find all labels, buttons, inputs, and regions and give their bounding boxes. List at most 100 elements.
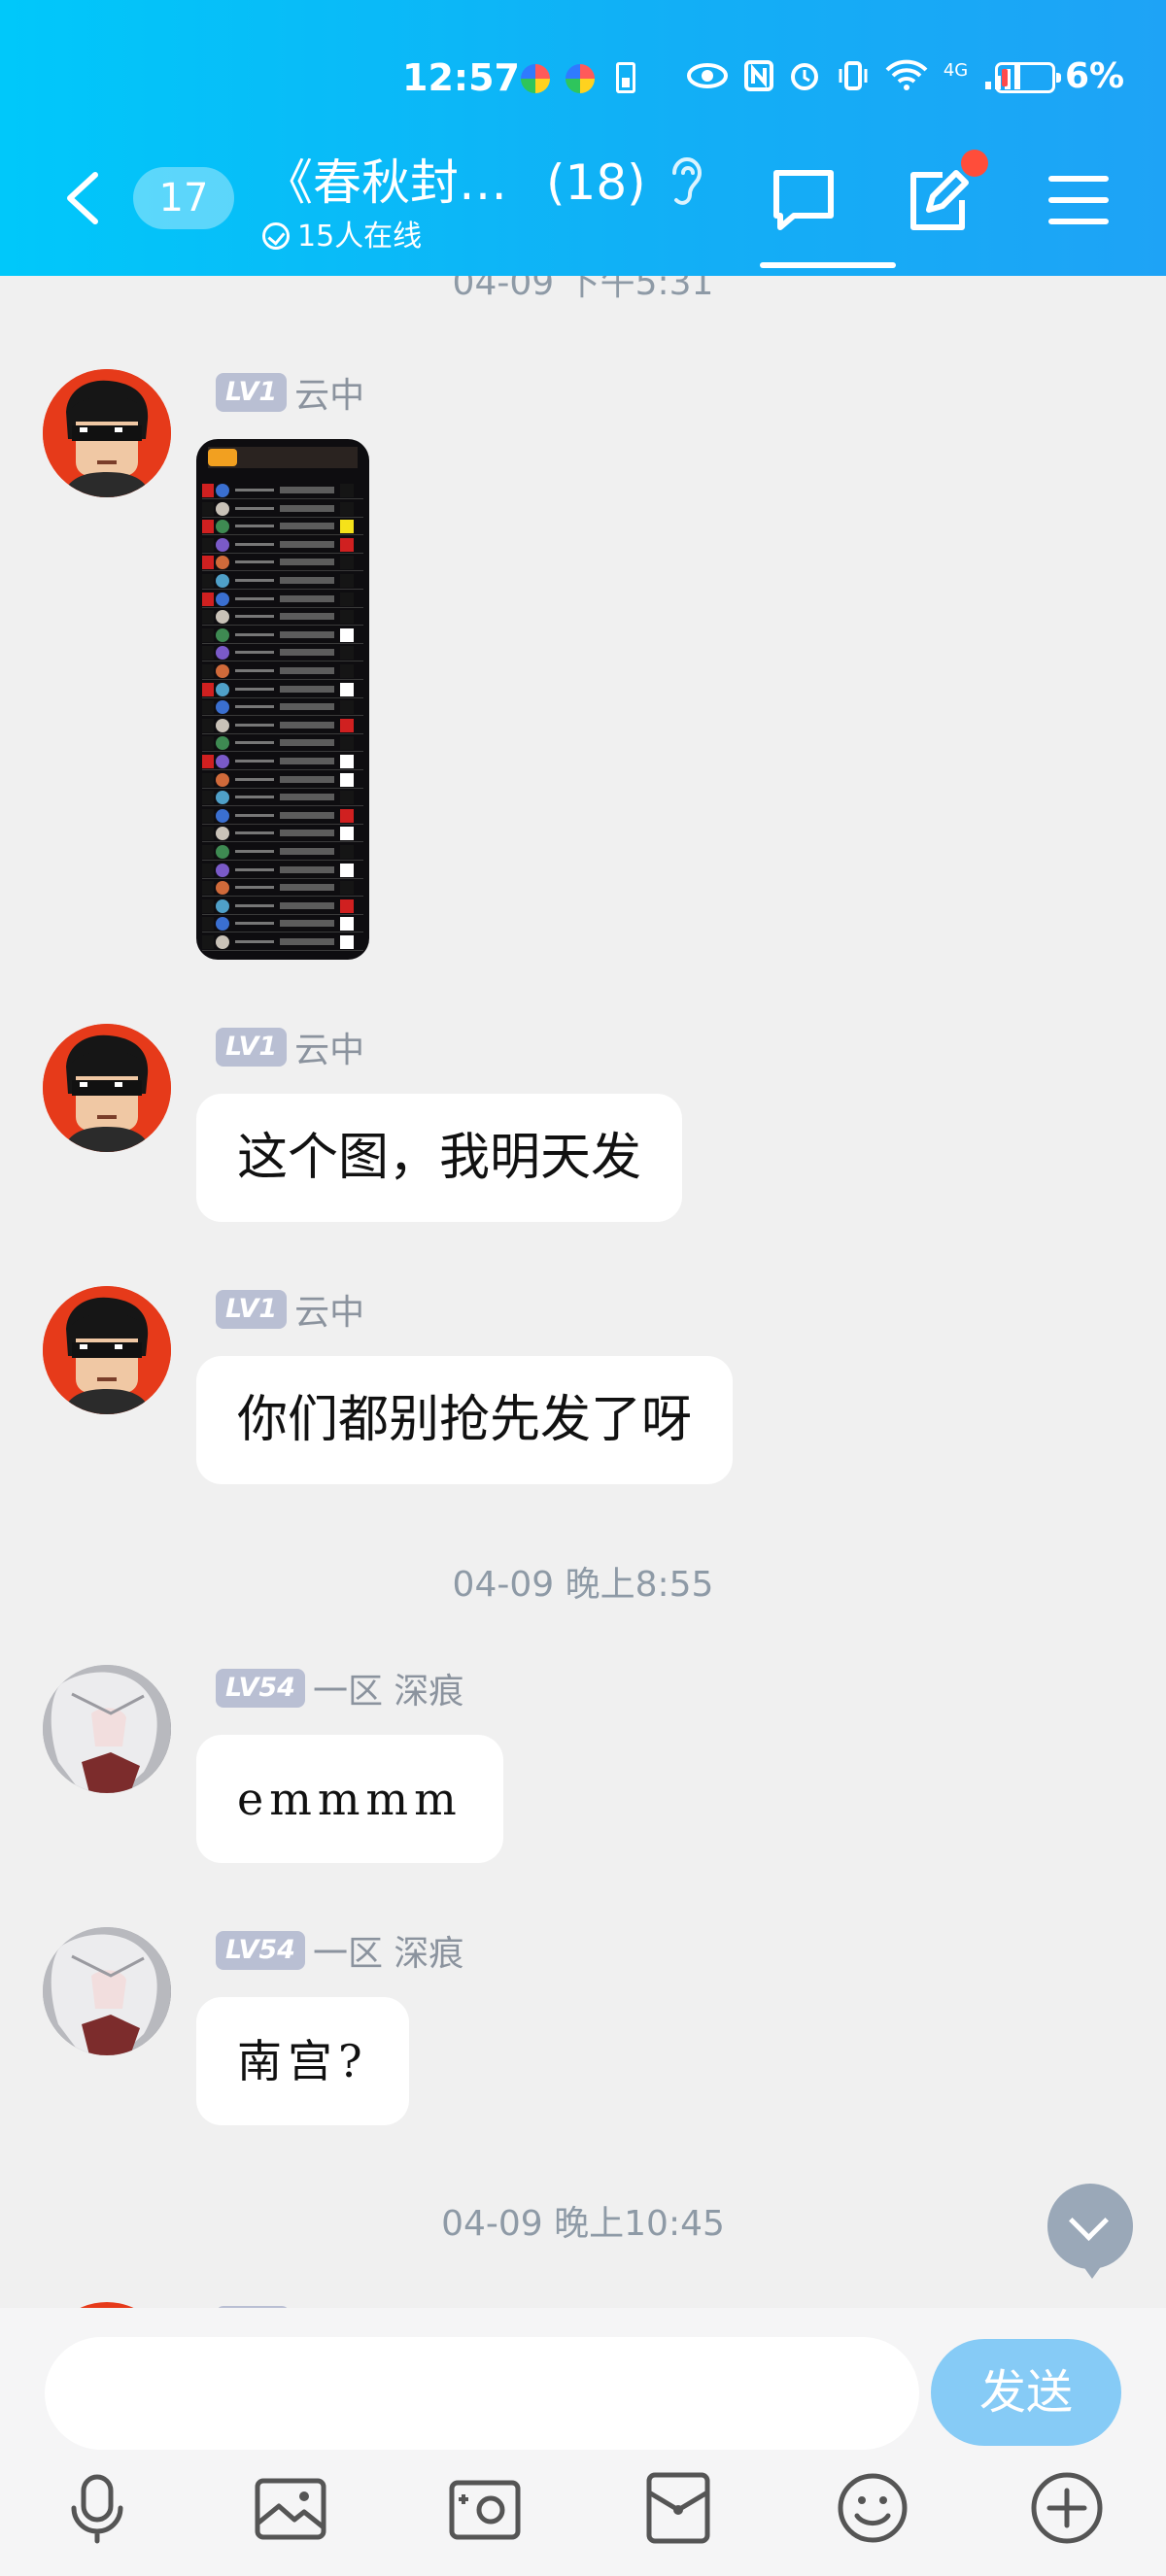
thumbnail-row bbox=[202, 482, 363, 499]
message-bubble[interactable]: emmmm bbox=[196, 1735, 503, 1863]
vibrate-icon bbox=[839, 61, 868, 90]
thumbnail-row bbox=[202, 681, 363, 698]
thumbnail-row bbox=[202, 862, 363, 879]
thumbnail-row bbox=[202, 572, 363, 590]
thumbnail-row bbox=[202, 627, 363, 644]
wifi-icon bbox=[885, 59, 928, 90]
thumbnail-row bbox=[202, 915, 363, 933]
ear-icon[interactable] bbox=[667, 150, 705, 210]
message-timestamp: 04-09 下午5:31 bbox=[452, 276, 714, 303]
group-name: 《春秋封… bbox=[264, 154, 507, 211]
avatar[interactable] bbox=[43, 1927, 171, 2055]
plus-icon[interactable] bbox=[1028, 2469, 1106, 2547]
camera-icon bbox=[449, 2480, 521, 2540]
status-bar: 12:57 4G 6% bbox=[0, 49, 1166, 107]
battery-icon bbox=[995, 62, 1061, 93]
emoji-icon bbox=[838, 2473, 908, 2543]
shared-image-thumbnail[interactable] bbox=[196, 439, 369, 960]
message-input[interactable] bbox=[45, 2337, 919, 2450]
thumbnail-row bbox=[202, 698, 363, 717]
sender-name: 一区 深痕 bbox=[312, 1934, 464, 1974]
thumbnail-row bbox=[202, 644, 363, 662]
thumbnail-row bbox=[202, 789, 363, 807]
send-button[interactable]: 发送 bbox=[931, 2339, 1121, 2446]
scroll-to-bottom-button[interactable] bbox=[1047, 2184, 1133, 2279]
avatar[interactable] bbox=[43, 1286, 171, 1414]
image-icon bbox=[255, 2478, 326, 2540]
thumbnail-header bbox=[208, 447, 358, 468]
sender-info: LV54 一区 深痕 bbox=[216, 1925, 463, 1974]
message-bubble[interactable]: 你们都别抢先发了呀 bbox=[196, 1356, 734, 1484]
sender-info: LV54 一区 深痕 bbox=[216, 1663, 463, 1712]
chat-tab-icon[interactable] bbox=[769, 165, 839, 235]
app-badge-icon bbox=[521, 64, 550, 93]
back-icon[interactable] bbox=[60, 169, 103, 227]
thumbnail-row bbox=[202, 753, 363, 770]
app-badge-icon bbox=[566, 64, 595, 93]
battery-alert-icon bbox=[616, 62, 635, 93]
anime-girl-avatar bbox=[43, 1927, 171, 2055]
sunglasses-man-avatar bbox=[43, 369, 171, 497]
thumbnail-row bbox=[202, 825, 363, 843]
microphone-icon bbox=[71, 2474, 123, 2544]
chat-message-list[interactable]: 04-09 下午5:31 LV1 云中 LV1 云中 这个图，我明天发 LV1 云中 … bbox=[0, 276, 1166, 2308]
level-badge: LV54 bbox=[216, 1669, 305, 1708]
alarm-icon bbox=[791, 63, 819, 90]
emoji-icon[interactable] bbox=[834, 2469, 911, 2547]
thumbnail-row bbox=[202, 662, 363, 680]
battery-percent: 6% bbox=[1065, 56, 1125, 96]
active-tab-indicator bbox=[760, 262, 896, 268]
thumbnail-row bbox=[202, 608, 363, 627]
thumbnail-row bbox=[202, 591, 363, 608]
message-bubble[interactable]: 这个图，我明天发 bbox=[196, 1094, 683, 1222]
red-packet-icon bbox=[646, 2472, 710, 2544]
group-title[interactable]: 《春秋封… (18) bbox=[264, 144, 646, 214]
thumbnail-row bbox=[202, 536, 363, 554]
bubble-tail bbox=[1082, 2265, 1102, 2279]
thumbnail-row bbox=[202, 734, 363, 753]
thumbnail-row bbox=[202, 898, 363, 915]
system-status-icons: 4G bbox=[686, 58, 1022, 95]
nfc-icon bbox=[744, 60, 774, 91]
online-text: 15人在线 bbox=[297, 220, 423, 254]
red-packet-icon[interactable] bbox=[639, 2469, 717, 2547]
sender-name: 云中 bbox=[294, 376, 365, 416]
post-edit-icon[interactable] bbox=[904, 165, 974, 235]
message-timestamp: 04-09 晚上8:55 bbox=[452, 1565, 714, 1605]
level-badge: LV1 bbox=[216, 1290, 288, 1329]
sender-info: LV1 云中 bbox=[216, 1284, 364, 1333]
thumbnail-row bbox=[202, 933, 363, 951]
message-bubble[interactable]: 南宫? bbox=[196, 1997, 409, 2125]
status-time: 12:57 bbox=[402, 56, 520, 99]
level-badge: LV1 bbox=[216, 373, 288, 412]
avatar[interactable] bbox=[43, 1024, 171, 1152]
check-circle-icon bbox=[262, 222, 290, 250]
thumbnail-row bbox=[202, 879, 363, 898]
sender-info: LV1 云中 bbox=[216, 1022, 364, 1070]
online-status: 15人在线 bbox=[262, 212, 422, 254]
thumbnail-row bbox=[202, 807, 363, 825]
member-count: (18) bbox=[546, 154, 646, 211]
sender-name: 云中 bbox=[294, 1293, 365, 1333]
sender-name: 云中 bbox=[294, 1031, 365, 1070]
level-badge: LV1 bbox=[216, 1028, 288, 1067]
avatar[interactable] bbox=[43, 1665, 171, 1793]
thumbnail-row bbox=[202, 554, 363, 572]
anime-girl-avatar bbox=[43, 1665, 171, 1793]
image-icon[interactable] bbox=[252, 2469, 329, 2547]
message-timestamp: 04-09 晚上10:45 bbox=[441, 2204, 725, 2244]
menu-icon[interactable] bbox=[1044, 165, 1114, 235]
app-header: 12:57 4G 6% 17 《春秋封… (18) 15人在线 bbox=[0, 0, 1166, 276]
thumbnail-row bbox=[202, 500, 363, 518]
sunglasses-man-avatar bbox=[43, 1286, 171, 1414]
camera-icon[interactable] bbox=[446, 2469, 524, 2547]
input-bar: 发送 bbox=[0, 2308, 1166, 2576]
sender-info: LV1 云中 bbox=[216, 367, 364, 416]
unread-count-badge[interactable]: 17 bbox=[133, 167, 234, 229]
plus-icon bbox=[1031, 2472, 1103, 2544]
thumbnail-row bbox=[202, 717, 363, 734]
microphone-icon[interactable] bbox=[58, 2469, 136, 2547]
avatar[interactable] bbox=[43, 369, 171, 497]
thumbnail-row bbox=[202, 518, 363, 536]
thumbnail-row bbox=[202, 843, 363, 861]
